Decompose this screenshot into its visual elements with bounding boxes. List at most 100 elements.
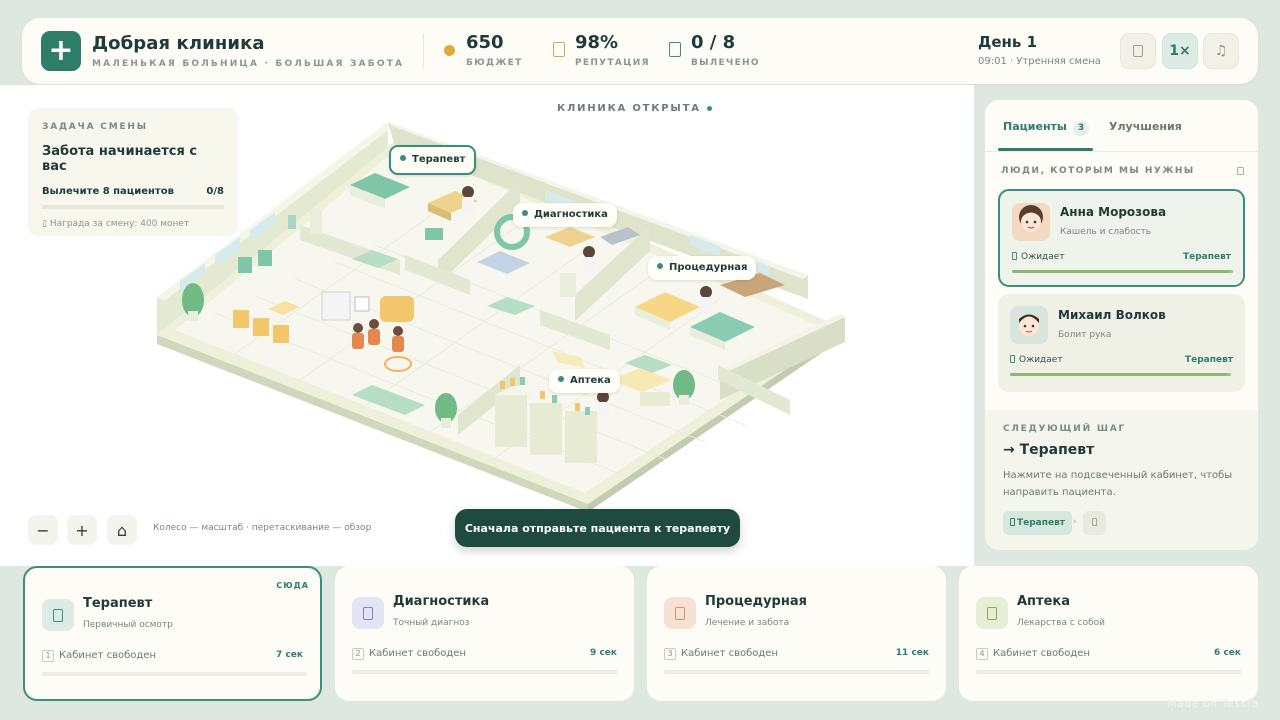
room-card-subtitle: Лекарства с собой xyxy=(1017,618,1106,628)
patient-status-text: Ожидает xyxy=(1019,355,1063,365)
task-goal-row: Вылечите 8 пациентов 0/8 xyxy=(42,186,224,197)
pause-icon xyxy=(1133,45,1143,57)
room-tag-procedure[interactable]: Процедурная xyxy=(648,256,757,280)
patients-kicker: ЛЮДИ, КОТОРЫМ МЫ НУЖНЫ xyxy=(1001,166,1195,176)
room-tag-label: Диагностика xyxy=(534,209,608,220)
room-card-state: 4 Кабинет свободен xyxy=(976,648,1090,660)
room-card-time: 7 сек xyxy=(276,650,303,660)
room-card-progress xyxy=(664,670,929,674)
patient-status: Ожидает xyxy=(1012,252,1065,262)
task-progress: 0/8 xyxy=(206,186,224,197)
room-card-therapist[interactable]: СЮДА Терапевт Первичный осмотр 1 Кабинет … xyxy=(23,566,322,701)
patient-avatar-male xyxy=(1010,306,1048,344)
room-tag-pharmacy[interactable]: Аптека xyxy=(549,369,620,393)
music-button[interactable]: ♫ xyxy=(1203,33,1239,69)
room-card-title: Диагностика xyxy=(393,594,490,609)
hint-toast: Сначала отправьте пациента к терапевту xyxy=(455,509,740,547)
active-tab-indicator xyxy=(998,148,1093,151)
pause-button[interactable] xyxy=(1120,33,1156,69)
patient-avatar-female xyxy=(1012,203,1050,241)
hotkey-badge: 4 xyxy=(976,648,988,660)
room-tag-therapist[interactable]: Терапевт xyxy=(389,145,477,175)
room-card-time: 6 сек xyxy=(1214,648,1241,658)
room-icon xyxy=(1010,518,1015,526)
task-progress-bar xyxy=(42,205,224,209)
next-step-kicker: СЛЕДУЮЩИЙ ШАГ xyxy=(1003,424,1127,434)
controls-hint: Колесо — масштаб · перетаскивание — обзо… xyxy=(153,523,372,533)
room-card-title: Аптека xyxy=(1017,594,1070,609)
procedure-room-icon xyxy=(664,597,696,629)
patience-bar xyxy=(1010,373,1231,376)
room-card-subtitle: Первичный осмотр xyxy=(83,620,173,630)
game-map-area[interactable]: КЛИНИКА ОТКРЫТА ЗАДАЧА СМЕНЫ Забота начи… xyxy=(0,85,974,566)
room-dot-icon xyxy=(400,155,406,161)
hourglass-icon xyxy=(1012,252,1017,260)
room-card-title: Процедурная xyxy=(705,594,807,609)
patient-name: Анна Морозова xyxy=(1060,205,1167,219)
hotkey-badge: 1 xyxy=(42,650,54,662)
reward-icon: ▯ xyxy=(42,219,47,229)
budget-value: 650 xyxy=(466,32,504,53)
room-card-time: 9 сек xyxy=(590,648,617,658)
route-chip-therapist[interactable]: Терапевт xyxy=(1003,511,1072,535)
reputation-icon xyxy=(553,42,565,57)
pharmacy-room-icon xyxy=(976,597,1008,629)
room-card-time: 11 сек xyxy=(895,648,929,658)
task-reward: ▯ Награда за смену: 400 монет xyxy=(42,219,224,229)
room-tag-label: Аптека xyxy=(570,375,611,386)
zoom-in-button[interactable]: + xyxy=(67,515,97,545)
top-bar: + Добрая клиника МАЛЕНЬКАЯ БОЛЬНИЦА · БО… xyxy=(22,18,1258,84)
patient-status: Ожидает xyxy=(1010,355,1063,365)
shift-task-card: ЗАДАЧА СМЕНЫ Забота начинается с вас Выл… xyxy=(28,108,238,236)
room-tag-diagnostics[interactable]: Диагностика xyxy=(513,203,617,227)
room-card-progress xyxy=(42,672,307,676)
speed-button[interactable]: 1× xyxy=(1162,33,1198,69)
avatar-face-icon xyxy=(1019,205,1043,232)
patience-bar xyxy=(1012,270,1233,273)
room-dot-icon xyxy=(558,376,564,382)
watermark: Made on Tessra xyxy=(1167,697,1260,710)
zoom-out-button[interactable]: − xyxy=(28,515,58,545)
reputation-value: 98% xyxy=(575,32,619,53)
patient-card[interactable]: Михаил Волков Болит рука Ожидает Терапев… xyxy=(998,294,1245,392)
status-dot-icon xyxy=(706,105,712,111)
reputation-label: РЕПУТАЦИЯ xyxy=(575,58,650,68)
room-card-state: 3 Кабинет свободен xyxy=(664,648,778,660)
clinic-subtitle: МАЛЕНЬКАЯ БОЛЬНИЦА · БОЛЬШАЯ ЗАБОТА xyxy=(92,59,405,69)
hotkey-badge: 3 xyxy=(664,648,676,660)
patient-card[interactable]: Анна Морозова Кашель и слабость Ожидает … xyxy=(998,189,1245,287)
room-card-title: Терапевт xyxy=(83,596,153,611)
route-chip-label: Терапевт xyxy=(1017,518,1065,528)
clinic-status-text: КЛИНИКА ОТКРЫТА xyxy=(557,103,701,114)
day-title: День 1 xyxy=(978,33,1038,51)
room-tag-label: Терапевт xyxy=(412,154,466,165)
home-view-button[interactable]: ⌂ xyxy=(107,515,137,545)
room-card-diagnostics[interactable]: Диагностика Точный диагноз 2 Кабинет своб… xyxy=(335,566,634,701)
cured-value: 0 / 8 xyxy=(691,32,736,53)
hotkey-badge: 2 xyxy=(352,648,364,660)
next-step-text: Нажмите на подсвеченный кабинет, чтобы н… xyxy=(1003,470,1233,498)
room-card-progress xyxy=(352,670,617,674)
next-step-block: СЛЕДУЮЩИЙ ШАГ → Терапевт Нажмите на подс… xyxy=(985,410,1258,550)
coin-icon xyxy=(444,45,455,56)
room-card-subtitle: Точный диагноз xyxy=(393,618,470,628)
tab-upgrades[interactable]: Улучшения xyxy=(1109,120,1182,133)
room-card-state-text: Кабинет свободен xyxy=(993,648,1090,659)
header-divider xyxy=(423,34,424,68)
info-icon[interactable] xyxy=(1237,167,1244,175)
patient-destination: Терапевт xyxy=(1185,355,1233,365)
next-step-title: → Терапевт xyxy=(1003,442,1095,458)
patience-bar-fill xyxy=(1012,270,1229,273)
patient-name: Михаил Волков xyxy=(1058,308,1166,322)
room-card-pharmacy[interactable]: Аптека Лекарства с собой 4 Кабинет свобод… xyxy=(959,566,1258,701)
room-card-state-text: Кабинет свободен xyxy=(681,648,778,659)
room-tag-label: Процедурная xyxy=(669,262,748,273)
patient-complaint: Кашель и слабость xyxy=(1060,227,1152,237)
diagnostics-room-icon xyxy=(352,597,384,629)
tab-patients[interactable]: Пациенты 3 xyxy=(1003,120,1090,136)
tab-patients-label: Пациенты xyxy=(1003,120,1067,133)
clinic-title: Добрая клиника xyxy=(92,33,265,54)
route-chip-next[interactable] xyxy=(1083,511,1106,535)
cured-label: ВЫЛЕЧЕНО xyxy=(691,58,760,68)
room-card-procedure[interactable]: Процедурная Лечение и забота 3 Кабинет св… xyxy=(647,566,946,701)
